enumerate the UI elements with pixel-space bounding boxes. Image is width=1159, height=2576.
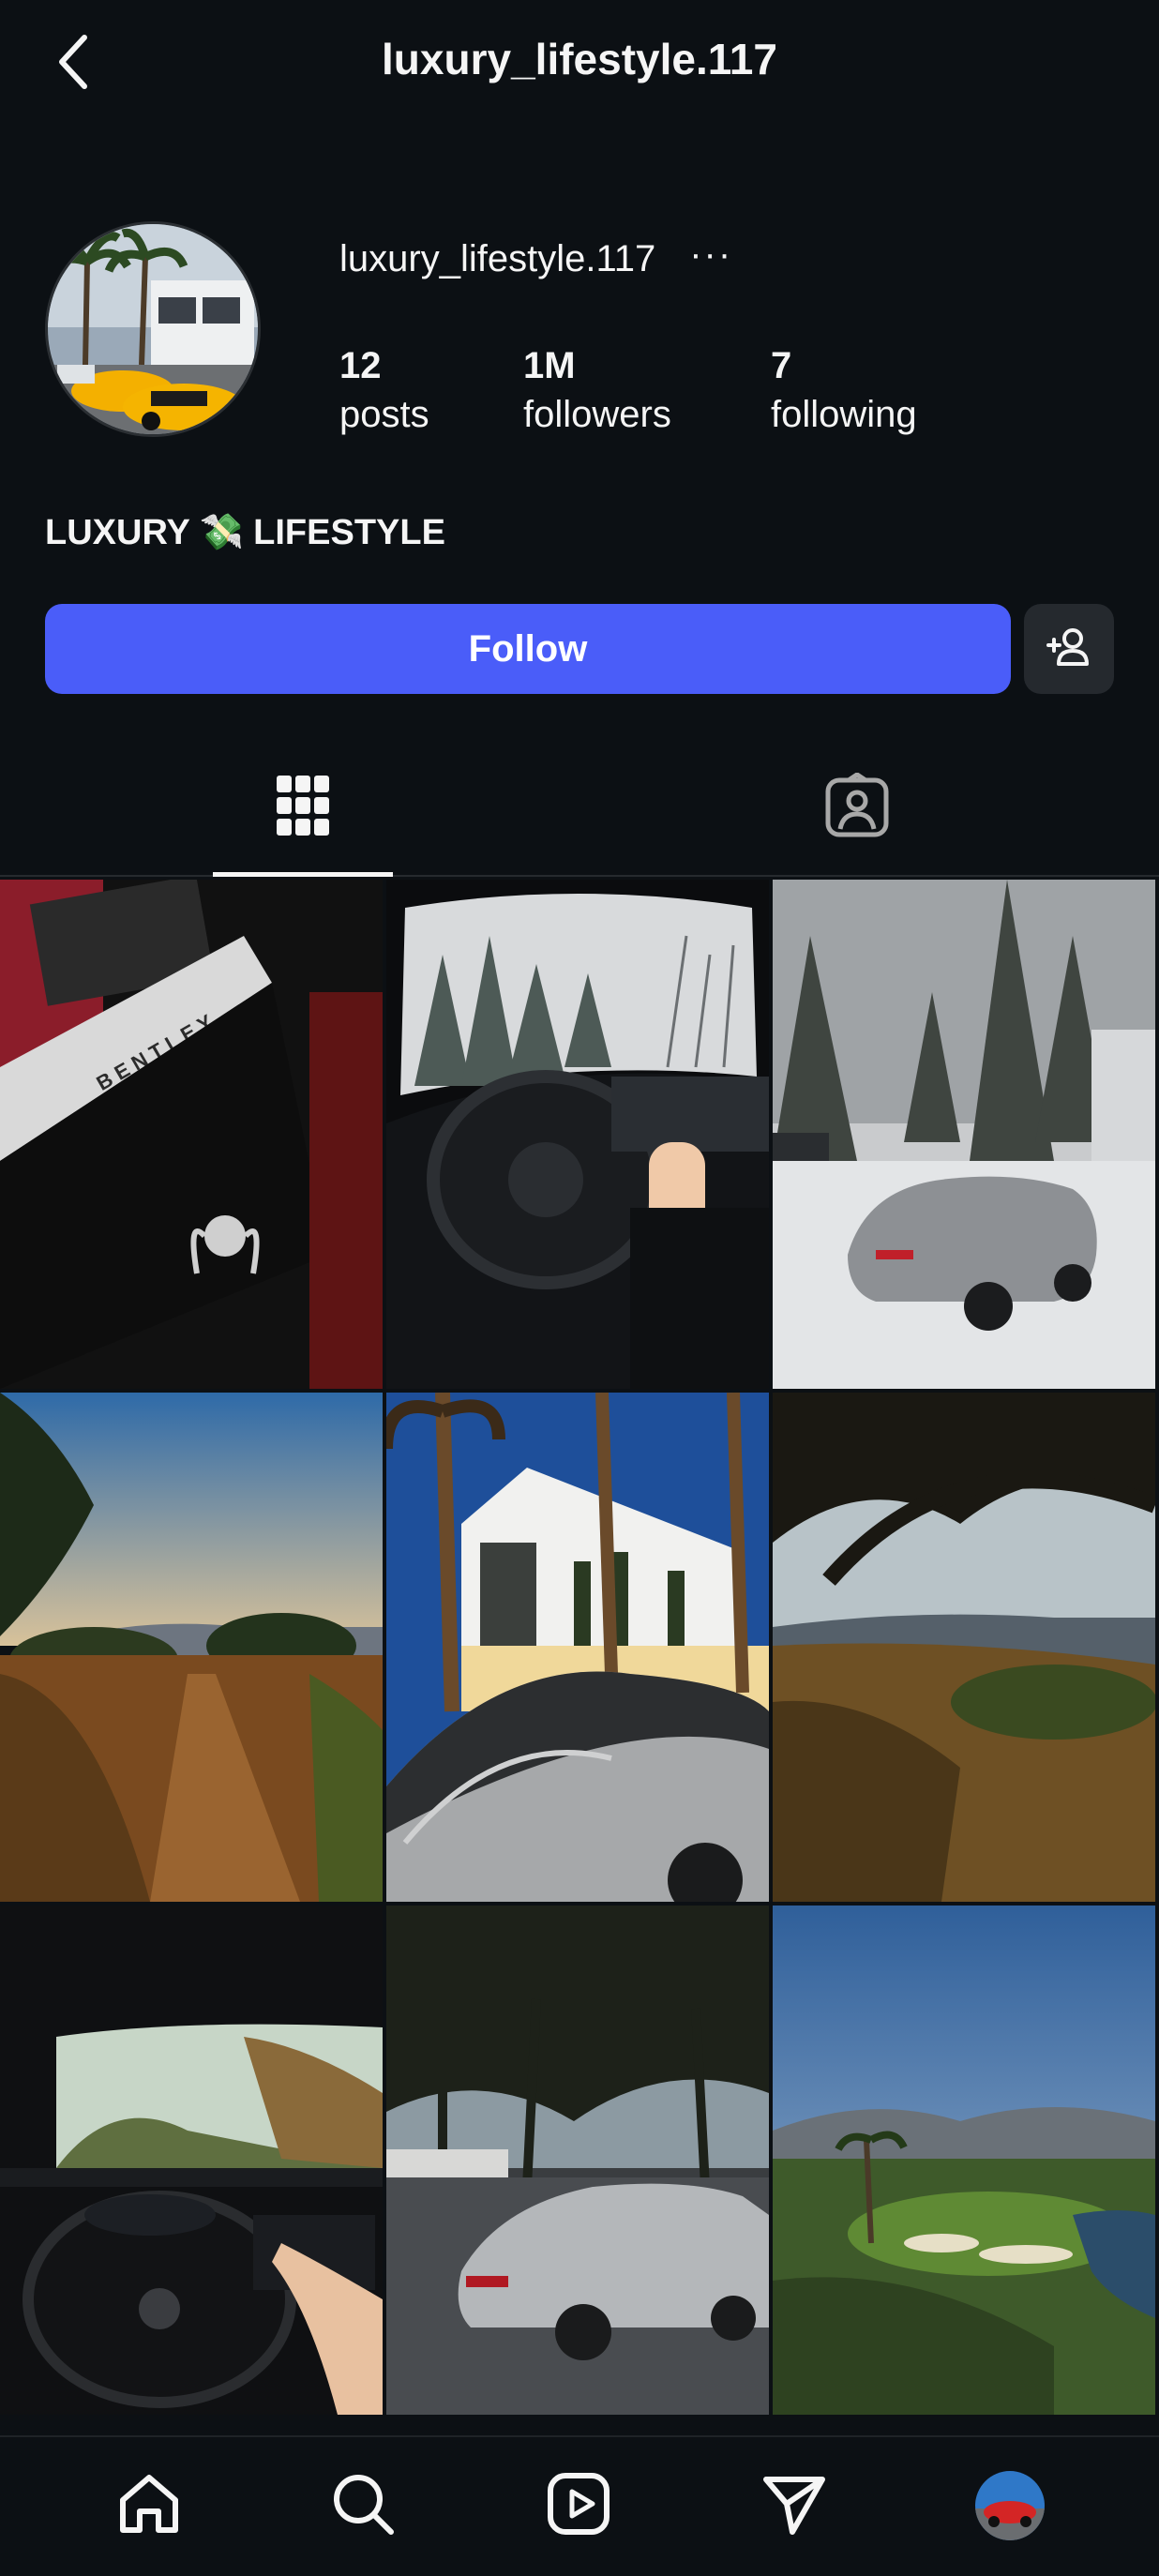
profile-username: luxury_lifestyle.117 [339,238,656,279]
home-icon [115,2470,183,2542]
post-thumbnail[interactable] [0,1906,383,2415]
username-row: luxury_lifestyle.117 ··· [339,233,732,280]
followers-count: 1M [523,345,576,386]
followers-stat[interactable]: 1M followers [523,343,767,441]
followers-label: followers [523,394,671,435]
bio-text-left: LUXURY [45,512,190,552]
bio-text-right: LIFESTYLE [253,512,445,552]
tab-posts-grid[interactable] [213,741,393,877]
search-icon [329,2470,397,2542]
profile-avatar [975,2471,1045,2540]
profile-avatar[interactable] [45,221,261,437]
post-thumbnail[interactable] [386,880,769,1389]
nav-home[interactable] [107,2463,191,2548]
money-emoji: 💸 [199,513,245,552]
nav-profile[interactable] [968,2463,1052,2548]
profile-tabs [0,741,1159,877]
more-options-icon[interactable]: ··· [689,233,732,276]
following-count: 7 [771,345,792,386]
suggested-accounts-button[interactable] [1024,604,1114,694]
post-thumbnail[interactable] [0,1393,383,1902]
page-title: luxury_lifestyle.117 [382,35,777,83]
reels-icon [545,2470,612,2542]
tab-tagged[interactable] [767,741,947,875]
post-thumbnail[interactable] [773,1906,1155,2415]
nav-search[interactable] [321,2463,405,2548]
follow-button[interactable]: Follow [45,604,1011,694]
post-thumbnail[interactable] [773,1393,1155,1902]
following-stat[interactable]: 7 following [771,343,1015,441]
post-thumbnail[interactable]: B E N T L E Y [0,880,383,1389]
grid-icon [275,774,331,842]
tagged-icon [824,772,890,843]
following-label: following [771,394,917,435]
post-thumbnail[interactable] [386,1393,769,1902]
nav-reels[interactable] [536,2463,621,2548]
post-thumbnail[interactable] [773,880,1155,1389]
nav-direct[interactable] [752,2463,836,2548]
post-thumbnail[interactable] [386,1906,769,2415]
profile-bio: LUXURY 💸 LIFESTYLE [45,512,445,553]
top-bar: luxury_lifestyle.117 [0,0,1159,127]
direct-messages-icon [760,2470,828,2542]
add-person-icon [1045,623,1093,676]
bottom-navigation [0,2435,1159,2576]
